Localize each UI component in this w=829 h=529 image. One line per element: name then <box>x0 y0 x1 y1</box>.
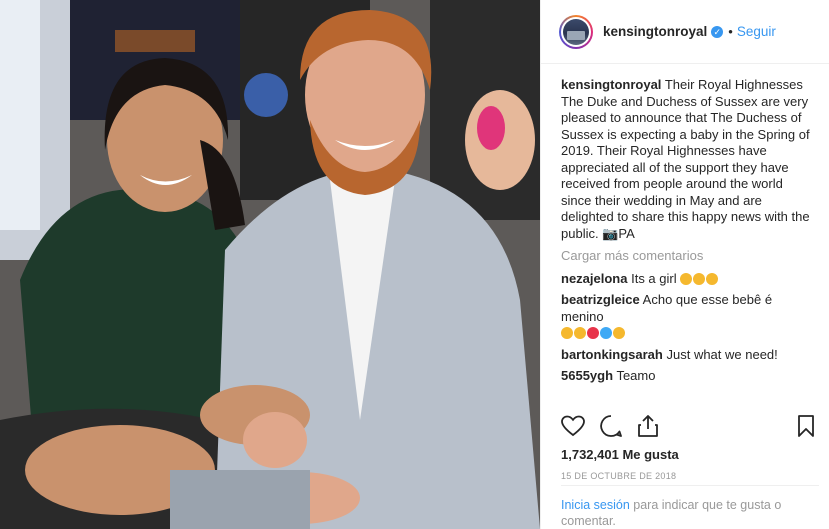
emoji-icon <box>680 272 693 285</box>
heart-emoji-icon <box>587 327 599 339</box>
comment-text: Teamo <box>616 368 656 383</box>
comment-item: nezajelona Its a girl <box>561 271 813 288</box>
post-sidebar: kensingtonroyal ✓ • Seguir kensingtonroy… <box>540 0 829 529</box>
bookmark-icon[interactable] <box>797 414 815 442</box>
heart-icon[interactable] <box>561 415 585 442</box>
comment-username[interactable]: nezajelona <box>561 271 627 286</box>
comment-text: Its a girl <box>631 270 677 286</box>
emoji-icon <box>561 327 573 339</box>
verified-badge-icon: ✓ <box>711 25 724 38</box>
comment-username[interactable]: beatrizgleice <box>561 292 640 307</box>
header-username[interactable]: kensingtonroyal <box>603 24 707 39</box>
caption-text: Their Royal Highnesses The Duke and Duch… <box>561 77 810 241</box>
comment-item: beatrizgleice Acho que esse bebê é menin… <box>561 292 813 342</box>
post-date: 15 DE OCTUBRE DE 2018 <box>561 471 677 481</box>
follow-button[interactable]: Seguir <box>737 24 776 39</box>
comment-item: bartonkingsarah Just what we need! <box>561 347 813 364</box>
action-bar <box>561 414 815 443</box>
post-photo-illustration <box>0 0 540 529</box>
instagram-post: kensingtonroyal ✓ • Seguir kensingtonroy… <box>0 0 829 529</box>
comment-username[interactable]: 5655ygh <box>561 368 613 383</box>
comment-username[interactable]: bartonkingsarah <box>561 347 663 362</box>
post-caption: kensingtonroyal Their Royal Highnesses T… <box>561 77 813 242</box>
login-prompt: Inicia sesión para indicar que te gusta … <box>561 485 819 529</box>
post-header: kensingtonroyal ✓ • Seguir <box>541 0 829 64</box>
header-separator: • <box>728 24 733 39</box>
emoji-group <box>680 271 719 286</box>
caption-username[interactable]: kensingtonroyal <box>561 77 661 92</box>
load-more-comments-button[interactable]: Cargar más comentarios <box>561 248 813 265</box>
emoji-icon <box>706 272 719 285</box>
likes-count[interactable]: 1,732,401 Me gusta <box>561 447 679 462</box>
emoji-icon <box>613 327 625 339</box>
emoji-group <box>561 325 626 340</box>
avatar[interactable] <box>559 14 593 49</box>
emoji-icon <box>574 327 586 339</box>
comment-item: 5655ygh Teamo <box>561 368 813 385</box>
emoji-icon <box>693 272 706 285</box>
share-icon[interactable] <box>637 414 659 443</box>
comment-icon[interactable] <box>599 414 623 443</box>
post-photo[interactable] <box>0 0 540 529</box>
comment-text: Just what we need! <box>666 346 778 362</box>
blue-heart-emoji-icon <box>600 327 612 339</box>
login-link[interactable]: Inicia sesión <box>561 498 630 512</box>
